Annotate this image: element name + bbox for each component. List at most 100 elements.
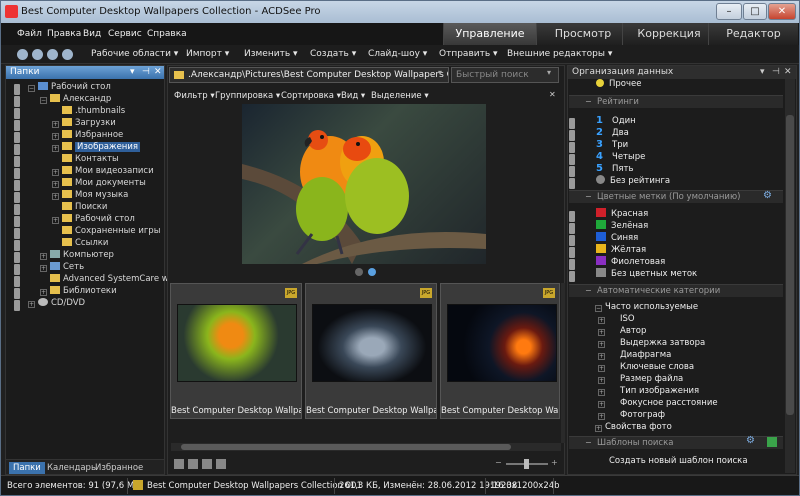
up-icon[interactable]: [47, 49, 58, 60]
collapse-icon[interactable]: −: [585, 438, 592, 447]
pin-icon[interactable]: [569, 118, 575, 129]
pin-icon[interactable]: [569, 166, 575, 177]
no-rating-item[interactable]: Без рейтинга: [596, 175, 670, 186]
tree-item[interactable]: + Избранное: [52, 130, 123, 141]
forward-icon[interactable]: [32, 49, 43, 60]
tab-folders[interactable]: Папки: [9, 462, 45, 474]
pin-icon[interactable]: [569, 178, 575, 189]
scrollbar-thumb[interactable]: [786, 115, 794, 415]
tree-item[interactable]: + Рабочий стол: [52, 214, 135, 225]
color-label-item[interactable]: Жёлтая: [596, 244, 646, 255]
view-mode-icon[interactable]: [174, 459, 184, 469]
next-icon[interactable]: [368, 268, 376, 276]
ratings-section[interactable]: Рейтинги: [569, 95, 783, 108]
pin-icon[interactable]: [14, 132, 20, 143]
add-template-icon[interactable]: [767, 437, 777, 447]
tree-item[interactable]: + CD/DVD: [28, 298, 85, 309]
close-icon[interactable]: ✕: [549, 90, 559, 102]
category-item[interactable]: + Выдержка затвора: [598, 338, 705, 349]
category-item[interactable]: + Фокусное расстояние: [598, 398, 718, 409]
sort-button[interactable]: Сортировка ▾: [281, 91, 341, 101]
tree-item[interactable]: + Библиотеки: [40, 286, 117, 297]
pin-icon[interactable]: [569, 235, 575, 246]
pin-icon[interactable]: [14, 168, 20, 179]
chevron-down-icon[interactable]: ▾: [547, 68, 558, 82]
tab-view[interactable]: Просмотр: [536, 23, 629, 45]
pin-icon[interactable]: [14, 216, 20, 227]
rating-item[interactable]: 1 Один: [596, 115, 636, 126]
color-label-item[interactable]: Синяя: [596, 232, 638, 243]
pin-icon[interactable]: ⊣: [772, 66, 780, 79]
pin-icon[interactable]: [14, 84, 20, 95]
zoom-out-icon[interactable]: −: [495, 459, 503, 467]
tree-item[interactable]: Поиски: [52, 202, 107, 213]
pin-icon[interactable]: [14, 252, 20, 263]
tree-item[interactable]: Ссылки: [52, 238, 108, 249]
close-icon[interactable]: ✕: [154, 66, 162, 79]
zoom-slider-thumb[interactable]: [524, 459, 529, 469]
category-item[interactable]: + Тип изображения: [598, 386, 699, 397]
pin-icon[interactable]: [569, 154, 575, 165]
scrollbar-thumb[interactable]: [181, 444, 511, 450]
category-item[interactable]: − Часто используемые: [595, 302, 698, 313]
rating-item[interactable]: 2 Два: [596, 127, 629, 138]
external-editors-button[interactable]: Внешние редакторы ▾: [507, 49, 612, 59]
slideshow-button[interactable]: Слайд-шоу ▾: [368, 49, 427, 59]
pin-icon[interactable]: ⊣: [142, 66, 150, 79]
tree-item[interactable]: Контакты: [52, 154, 119, 165]
collapse-icon[interactable]: −: [585, 97, 592, 106]
category-item[interactable]: + Автор: [598, 326, 646, 337]
vertical-scrollbar[interactable]: [561, 283, 565, 443]
category-item[interactable]: + Размер файла: [598, 374, 683, 385]
pin-icon[interactable]: [569, 130, 575, 141]
new-search-template-item[interactable]: Создать новый шаблон поиска: [609, 456, 748, 467]
pin-icon[interactable]: [569, 223, 575, 234]
other-item[interactable]: Прочее: [596, 79, 641, 90]
tree-item[interactable]: + Мои документы: [52, 178, 146, 189]
tab-edit[interactable]: Редактор: [708, 23, 798, 45]
pin-icon[interactable]: [14, 144, 20, 155]
pin-icon[interactable]: [14, 276, 20, 287]
close-icon[interactable]: ✕: [784, 66, 792, 79]
tree-item[interactable]: Сохраненные игры: [52, 226, 160, 237]
pin-icon[interactable]: [569, 211, 575, 222]
tree-item[interactable]: + Мои видеозаписи: [52, 166, 154, 177]
menu-help[interactable]: Справка: [147, 29, 187, 39]
maximize-button[interactable]: □: [743, 3, 767, 20]
chevron-down-icon[interactable]: ▾: [438, 68, 448, 82]
pin-icon[interactable]: [14, 300, 20, 311]
pin-icon[interactable]: [569, 142, 575, 153]
view-button[interactable]: Вид ▾: [341, 91, 365, 101]
collapse-icon[interactable]: −: [585, 286, 592, 295]
thumbnail[interactable]: JPG Best Computer Desktop Wallpaper...: [170, 283, 302, 419]
color-labels-section[interactable]: Цветные метки (По умолчанию): [569, 190, 783, 203]
workspaces-button[interactable]: Рабочие области ▾: [91, 49, 178, 59]
gear-icon[interactable]: ⚙: [746, 435, 755, 446]
tree-item[interactable]: + Моя музыка: [52, 190, 128, 201]
category-item[interactable]: + Фотограф: [598, 410, 665, 421]
filter-button[interactable]: Фильтр ▾: [174, 91, 215, 101]
address-bar[interactable]: .Александр\Pictures\Best Computer Deskto…: [169, 67, 449, 83]
color-label-item[interactable]: Фиолетовая: [596, 256, 665, 267]
dropdown-icon[interactable]: ▾: [760, 66, 765, 79]
menu-edit[interactable]: Правка: [47, 29, 81, 39]
rating-item[interactable]: 5 Пять: [596, 163, 633, 174]
create-button[interactable]: Создать ▾: [310, 49, 356, 59]
tree-item[interactable]: + Загрузки: [52, 118, 116, 129]
rating-item[interactable]: 4 Четыре: [596, 151, 645, 162]
tree-item[interactable]: − Александр: [40, 94, 111, 105]
back-icon[interactable]: [17, 49, 28, 60]
tree-item[interactable]: .thumbnails: [52, 106, 125, 117]
zoom-slider[interactable]: [506, 459, 548, 469]
pin-icon[interactable]: [14, 264, 20, 275]
pin-icon[interactable]: [14, 180, 20, 191]
color-label-item[interactable]: Красная: [596, 208, 648, 219]
tree-item[interactable]: + Сеть: [40, 262, 84, 273]
thumbnail[interactable]: JPG Best Computer Desktop Wallpaper...: [305, 283, 437, 419]
pin-icon[interactable]: [14, 108, 20, 119]
send-button[interactable]: Отправить ▾: [439, 49, 498, 59]
category-item[interactable]: + Ключевые слова: [598, 362, 694, 373]
color-label-item[interactable]: Зелёная: [596, 220, 648, 231]
select-button[interactable]: Выделение ▾: [371, 91, 429, 101]
view-mode-icon[interactable]: [202, 459, 212, 469]
